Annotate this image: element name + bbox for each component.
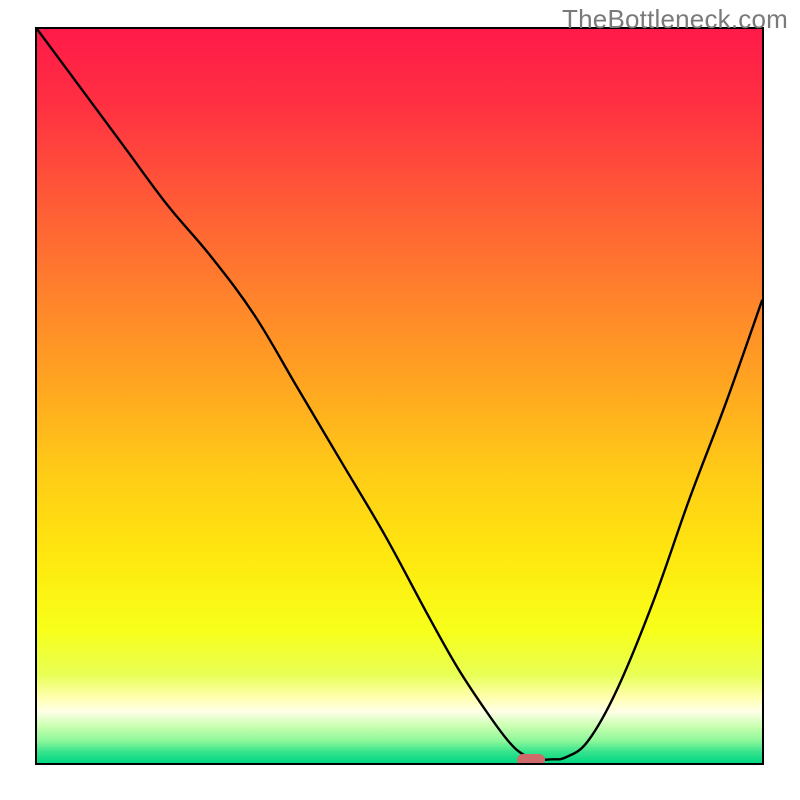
plot-area [35,27,764,765]
chart-container: TheBottleneck.com [0,0,800,800]
bottleneck-curve [37,29,762,763]
optimal-point-marker [517,754,545,765]
watermark-label: TheBottleneck.com [562,4,788,35]
